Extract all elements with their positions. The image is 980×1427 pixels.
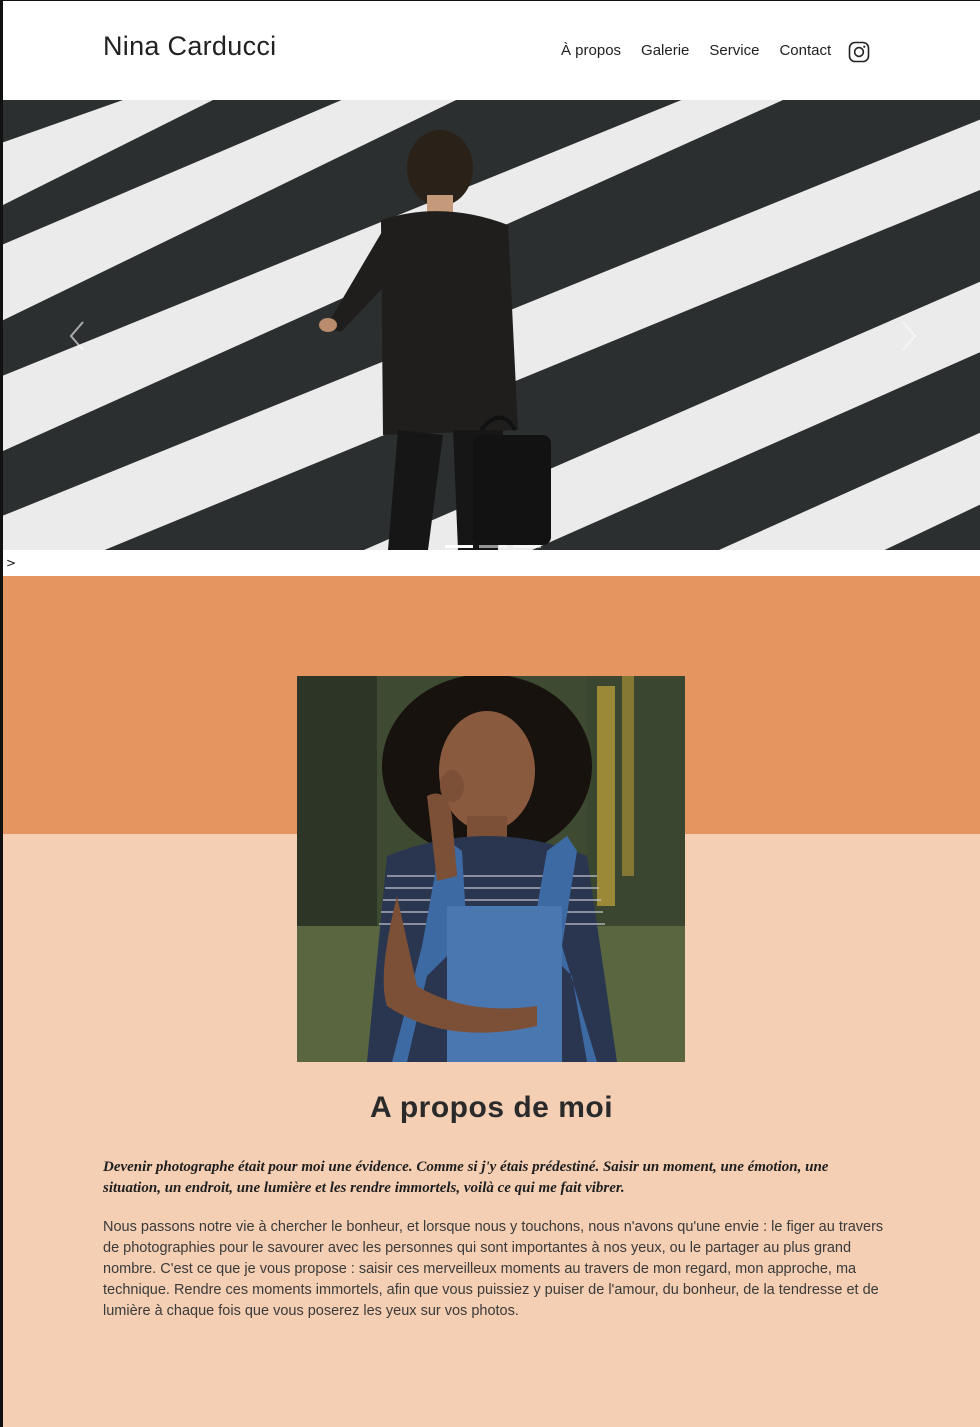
carousel-indicator[interactable] <box>513 545 541 548</box>
carousel-prev-icon[interactable] <box>63 316 93 356</box>
carousel-next-icon[interactable] <box>893 316 923 356</box>
nav-item-contact[interactable]: Contact <box>779 42 831 59</box>
stray-text: > <box>6 556 17 570</box>
instagram-icon[interactable] <box>848 41 870 63</box>
carousel-indicator[interactable] <box>479 545 507 548</box>
carousel-indicator[interactable] <box>445 545 473 548</box>
carousel-indicators <box>445 545 541 548</box>
nav-item-gallery[interactable]: Galerie <box>641 42 689 59</box>
about-title: A propos de moi <box>369 1091 614 1124</box>
nav-item-service[interactable]: Service <box>709 42 759 59</box>
nav-item-about[interactable]: À propos <box>561 42 621 59</box>
about-body-text: Nous passons notre vie à chercher le bon… <box>103 1219 884 1319</box>
brand-logo[interactable]: Nina Carducci <box>103 31 276 62</box>
about-lead-text: Devenir photographe était pour moi une é… <box>103 1159 829 1196</box>
main-nav: À propos Galerie Service Contact <box>561 42 851 59</box>
page: Nina Carducci À propos Galerie Service C… <box>3 1 980 1427</box>
hero-carousel <box>3 100 980 550</box>
portrait-photo <box>297 676 685 1062</box>
site-header: Nina Carducci À propos Galerie Service C… <box>3 1 980 100</box>
hero-image <box>3 100 980 550</box>
